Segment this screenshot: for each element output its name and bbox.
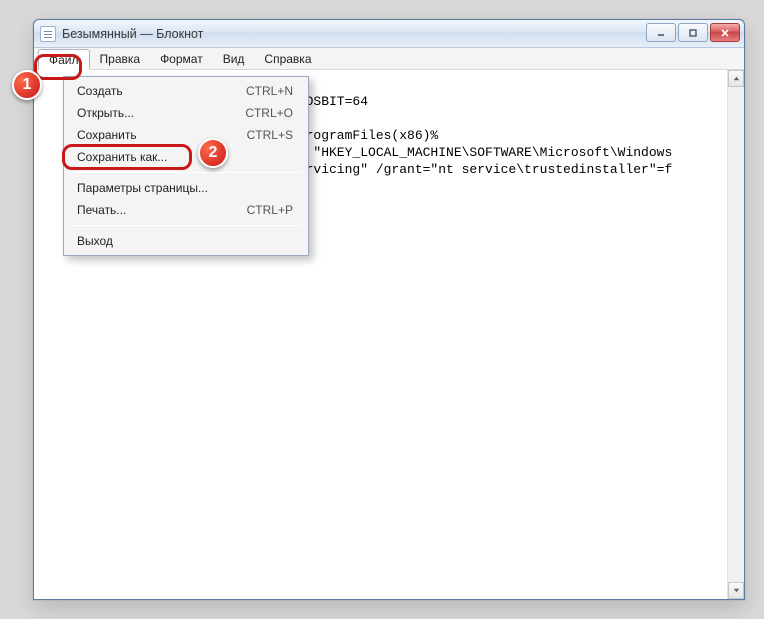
menu-help[interactable]: Справка bbox=[254, 48, 321, 69]
file-menu-print[interactable]: Печать... CTRL+P bbox=[67, 199, 305, 221]
file-menu-save-as[interactable]: Сохранить как... bbox=[67, 146, 305, 168]
app-icon bbox=[40, 26, 56, 42]
editor-line: eg "HKEY_LOCAL_MACHINE\SOFTWARE\Microsof… bbox=[290, 144, 672, 161]
vertical-scrollbar[interactable] bbox=[727, 70, 744, 599]
menu-file[interactable]: Файл bbox=[38, 49, 90, 70]
titlebar[interactable]: Безымянный — Блокнот bbox=[34, 20, 744, 48]
file-menu-new[interactable]: Создать CTRL+N bbox=[67, 80, 305, 102]
file-menu-page-setup[interactable]: Параметры страницы... bbox=[67, 177, 305, 199]
scroll-down-button[interactable] bbox=[728, 582, 744, 599]
window-title: Безымянный — Блокнот bbox=[62, 27, 203, 41]
file-menu-exit[interactable]: Выход bbox=[67, 230, 305, 252]
menu-separator bbox=[69, 225, 303, 226]
menu-separator bbox=[69, 172, 303, 173]
editor-line: %ProgramFiles(x86)% bbox=[290, 127, 438, 144]
menu-edit[interactable]: Правка bbox=[90, 48, 151, 69]
file-menu-open[interactable]: Открыть... CTRL+O bbox=[67, 102, 305, 124]
editor-line: Servicing" /grant="nt service\trustedins… bbox=[290, 161, 672, 178]
window-controls bbox=[646, 23, 740, 42]
file-menu-dropdown: Создать CTRL+N Открыть... CTRL+O Сохрани… bbox=[63, 76, 309, 256]
menu-bar: Файл Правка Формат Вид Справка bbox=[34, 48, 744, 70]
maximize-button[interactable] bbox=[678, 23, 708, 42]
file-menu-save[interactable]: Сохранить CTRL+S bbox=[67, 124, 305, 146]
scroll-up-button[interactable] bbox=[728, 70, 744, 87]
minimize-button[interactable] bbox=[646, 23, 676, 42]
close-button[interactable] bbox=[710, 23, 740, 42]
menu-format[interactable]: Формат bbox=[150, 48, 213, 69]
menu-view[interactable]: Вид bbox=[213, 48, 255, 69]
